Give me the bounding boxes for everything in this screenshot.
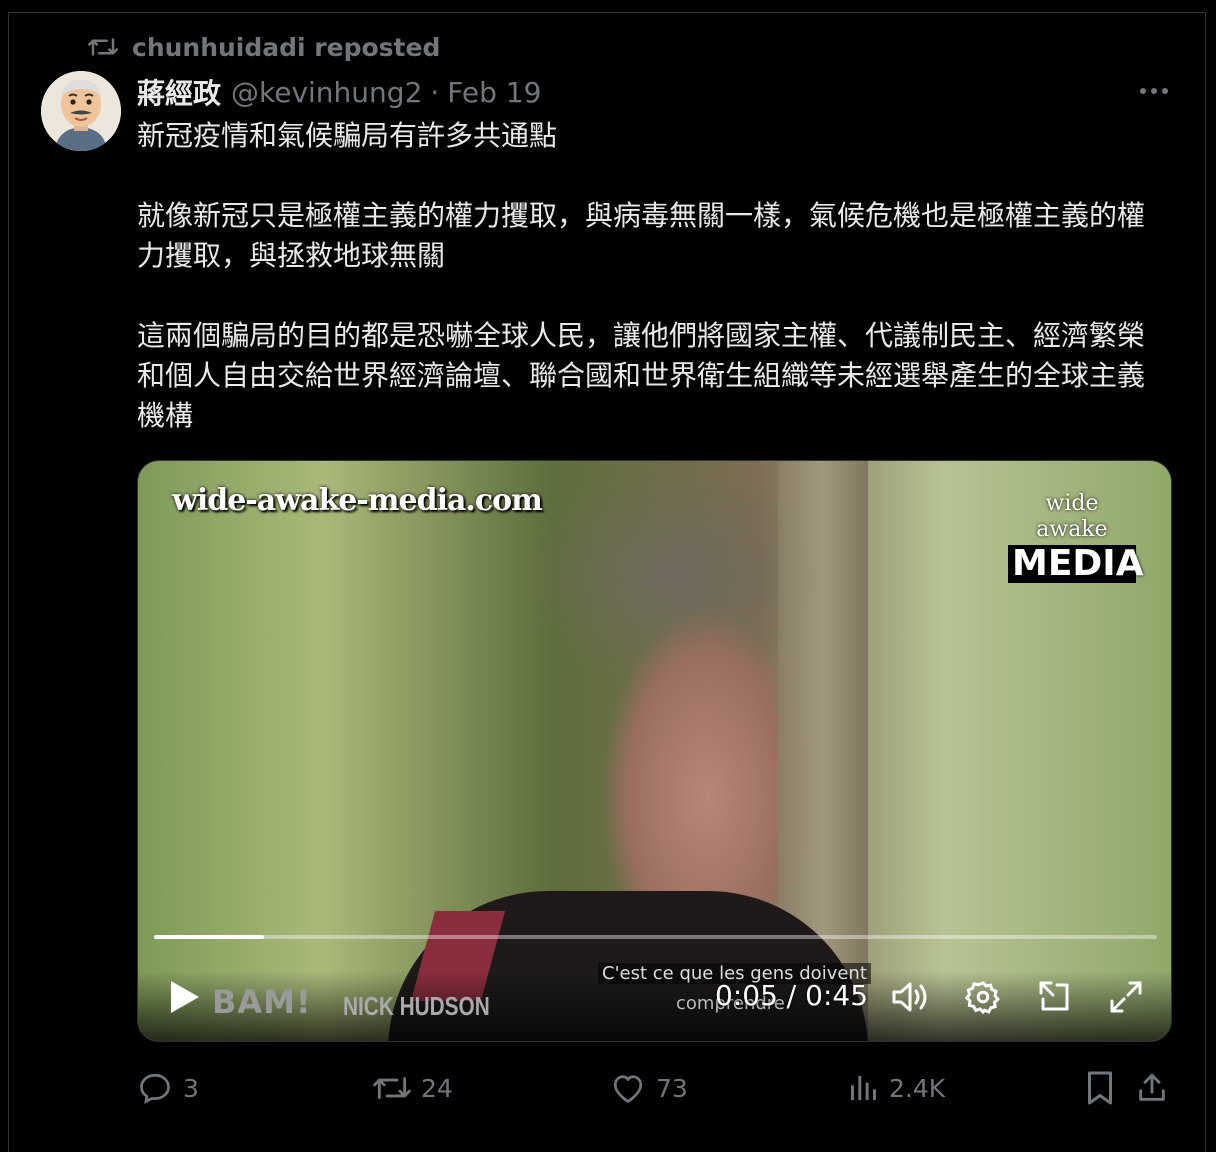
video-watermark-right: wide awake MEDIA	[1008, 491, 1144, 583]
bookmark-button[interactable]	[1085, 1066, 1115, 1110]
fullscreen-button[interactable]	[1106, 977, 1146, 1017]
volume-button[interactable]	[890, 977, 930, 1017]
watermark-right-bottom: MEDIA	[1008, 545, 1144, 583]
repost-context[interactable]: chunhuidadi reposted	[88, 30, 440, 64]
fullscreen-icon	[1110, 981, 1142, 1013]
tweet-text: 新冠疫情和氣候騙局有許多共通點 就像新冠只是極權主義的權力攫取，與病毒無關一樣，…	[137, 116, 1167, 436]
duration: 0:45	[805, 979, 869, 1012]
header-separator: ·	[430, 75, 440, 109]
cartoon-avatar-icon	[41, 71, 121, 151]
author-handle[interactable]: @kevinhung2	[231, 76, 422, 109]
time-separator: /	[777, 979, 806, 1012]
play-icon	[171, 981, 199, 1013]
repost-button[interactable]: 24	[373, 1066, 453, 1110]
reply-icon	[140, 1073, 170, 1104]
watermark-right-top: wide awake	[1036, 491, 1108, 542]
repost-text[interactable]: chunhuidadi reposted	[132, 33, 440, 62]
video-time: 0:05 / 0:45	[715, 979, 868, 1012]
more-dots-icon	[1140, 88, 1168, 94]
avatar[interactable]	[41, 71, 121, 151]
author-name[interactable]: 蔣經政	[137, 72, 221, 112]
repost-icon	[88, 34, 118, 60]
more-options-button[interactable]	[1134, 76, 1174, 106]
lower-third-name: NICK HUDSON	[343, 991, 490, 1021]
like-button[interactable]: 73	[610, 1066, 688, 1110]
current-time: 0:05	[715, 979, 778, 1012]
video-progress-fill	[154, 935, 265, 939]
gear-icon	[965, 980, 1000, 1015]
heart-icon	[613, 1075, 643, 1103]
views-chart-icon	[851, 1076, 876, 1100]
reply-button[interactable]: 3	[137, 1066, 199, 1110]
pip-icon	[1039, 981, 1069, 1011]
repost-action-icon	[373, 1077, 411, 1099]
repost-count: 24	[421, 1073, 453, 1103]
tweet-paragraph: 這兩個騙局的目的都是恐嚇全球人民，讓他們將國家主權、代議制民主、經濟繁榮和個人自…	[137, 319, 1146, 432]
bookmark-icon	[1088, 1071, 1112, 1105]
views-button[interactable]: 2.4K	[847, 1066, 945, 1110]
post-actions: 3 24 73 2.4K	[137, 1066, 1177, 1110]
picture-in-picture-button[interactable]	[1035, 977, 1075, 1017]
share-icon	[1139, 1073, 1165, 1101]
play-button[interactable]	[168, 979, 202, 1015]
reply-count: 3	[183, 1073, 199, 1103]
video-progress-bar[interactable]	[154, 935, 1157, 939]
post-header: 蔣經政 @kevinhung2 · Feb 19	[137, 72, 541, 112]
like-count: 73	[656, 1073, 688, 1103]
volume-icon	[892, 982, 927, 1012]
share-button[interactable]	[1135, 1066, 1169, 1110]
post-date[interactable]: Feb 19	[447, 76, 541, 109]
video-watermark-left: wide-awake-media.com	[172, 483, 543, 518]
settings-button[interactable]	[963, 977, 1003, 1017]
lower-third-logo: BAM!	[212, 983, 312, 1021]
video-player[interactable]: wide-awake-media.com wide awake MEDIA BA…	[137, 460, 1172, 1042]
tweet-paragraph: 新冠疫情和氣候騙局有許多共通點	[137, 119, 558, 152]
tweet-paragraph: 就像新冠只是極權主義的權力攫取，與病毒無關一樣，氣候危機也是極權主義的權力攫取，…	[137, 199, 1146, 272]
view-count: 2.4K	[889, 1073, 946, 1103]
